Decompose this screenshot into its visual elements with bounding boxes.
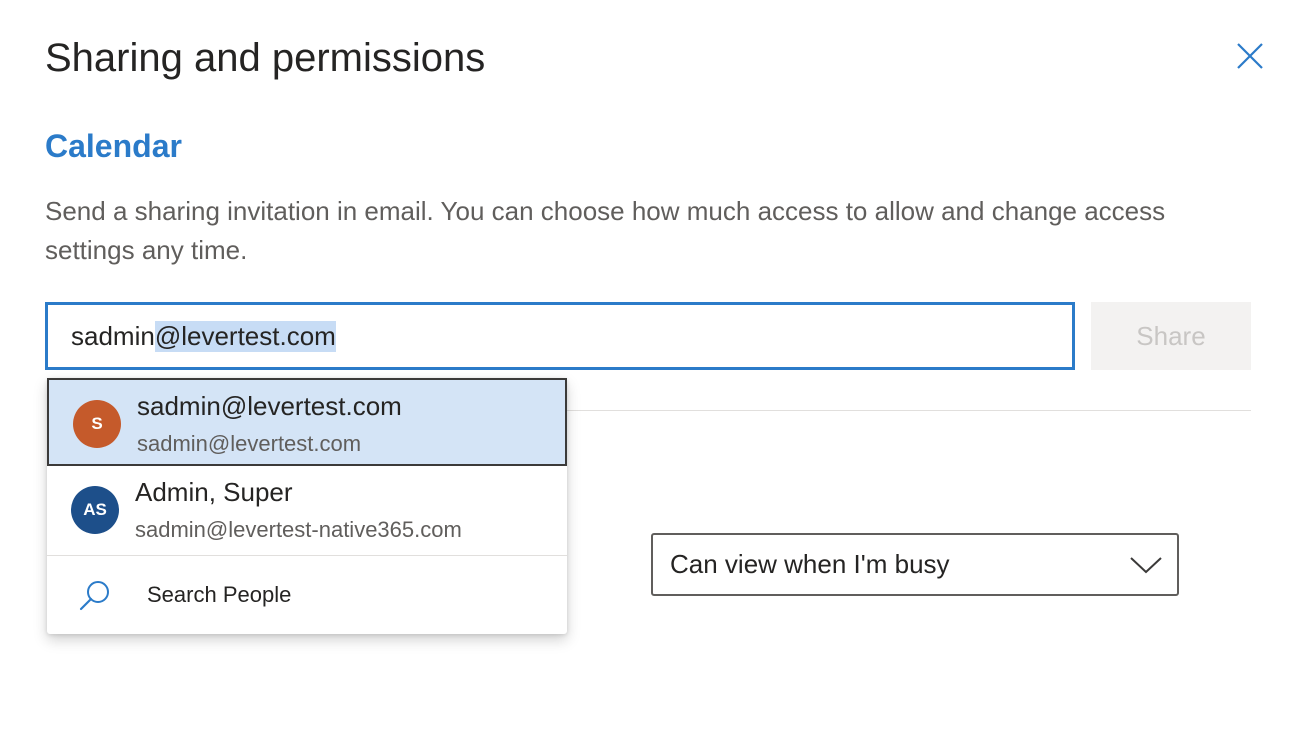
close-button[interactable] xyxy=(1232,38,1268,74)
search-people-button[interactable]: Search People xyxy=(47,555,567,634)
permission-dropdown[interactable]: Can view when I'm busy xyxy=(651,533,1179,596)
share-button[interactable]: Share xyxy=(1091,302,1251,370)
people-suggestions: S sadmin@levertest.com sadmin@levertest.… xyxy=(47,378,567,634)
suggestion-item[interactable]: AS Admin, Super sadmin@levertest-native3… xyxy=(47,466,567,554)
section-heading: Calendar xyxy=(45,128,182,164)
suggestion-email: sadmin@levertest.com xyxy=(137,431,362,456)
dialog-title: Sharing and permissions xyxy=(45,36,486,80)
search-people-label: Search People xyxy=(147,582,292,607)
email-input-typed: sadmin xyxy=(71,320,155,351)
avatar: AS xyxy=(71,486,119,534)
permission-selected-value: Can view when I'm busy xyxy=(670,549,950,579)
suggestion-name: sadmin@levertest.com xyxy=(137,391,402,421)
chevron-down-icon xyxy=(1130,557,1162,574)
close-icon xyxy=(1237,43,1263,69)
sharing-description: Send a sharing invitation in email. You … xyxy=(45,196,1166,265)
avatar: S xyxy=(73,400,121,448)
email-input[interactable]: sadmin @levertest.com xyxy=(45,302,1075,370)
suggestion-email: sadmin@levertest-native365.com xyxy=(135,517,462,542)
search-icon xyxy=(79,581,109,611)
suggestion-name: Admin, Super xyxy=(135,477,293,507)
email-input-autocomplete: @levertest.com xyxy=(154,320,336,352)
suggestion-item[interactable]: S sadmin@levertest.com sadmin@levertest.… xyxy=(47,378,567,466)
divider xyxy=(566,410,1251,411)
sharing-dialog: Sharing and permissions Calendar Send a … xyxy=(0,0,1296,743)
